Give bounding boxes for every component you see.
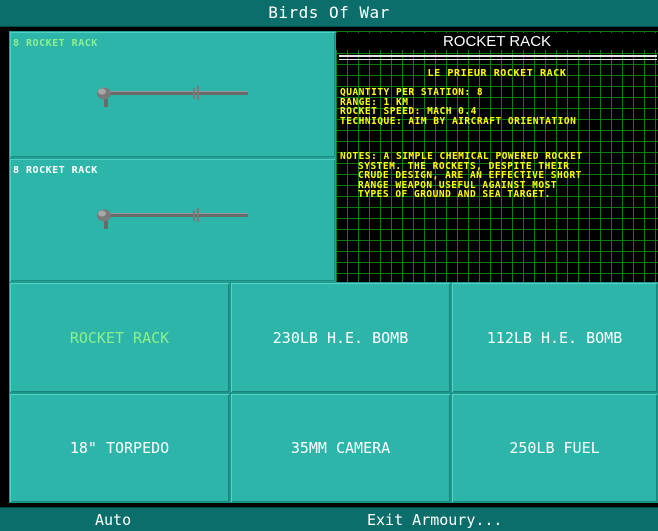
slot-label: 8 ROCKET RACK xyxy=(13,165,98,176)
exit-armoury-button[interactable]: Exit Armoury... xyxy=(367,508,502,531)
armoury-screen: Birds Of War 8 ROCKET RACK 8 ROCKET RACK… xyxy=(0,0,658,531)
bottom-bar: Auto Exit Armoury... xyxy=(0,507,658,531)
weapon-button-camera[interactable]: 35MM CAMERA xyxy=(230,393,451,503)
weapon-stats: QUANTITY PER STATION: 8 RANGE: 1 KM ROCK… xyxy=(340,88,576,126)
weapon-button-rocket-rack[interactable]: ROCKET RACK xyxy=(9,282,230,393)
info-title: ROCKET RACK xyxy=(336,33,658,50)
info-subtitle: LE PRIEUR ROCKET RACK xyxy=(427,68,567,79)
slot-label: 8 ROCKET RACK xyxy=(13,38,98,49)
weapon-selection-grid: ROCKET RACK 230LB H.E. BOMB 112LB H.E. B… xyxy=(9,282,658,503)
rocket-rack-icon xyxy=(97,86,248,107)
loadout-slot-2[interactable]: 8 ROCKET RACK xyxy=(9,158,336,282)
weapon-info-panel: ROCKET RACK LE PRIEUR ROCKET RACK QUANTI… xyxy=(336,31,658,282)
weapon-button-fuel[interactable]: 250LB FUEL xyxy=(451,393,658,503)
auto-button[interactable]: Auto xyxy=(95,508,131,531)
divider xyxy=(339,55,657,57)
divider xyxy=(339,59,657,60)
notes-line: TYPES OF GROUND AND SEA TARGET. xyxy=(358,189,551,201)
weapon-button-torpedo[interactable]: 18" TORPEDO xyxy=(9,393,230,503)
stat-technique: TECHNIQUE: AIM BY AIRCRAFT ORIENTATION xyxy=(340,115,577,127)
weapon-button-112lb-bomb[interactable]: 112LB H.E. BOMB xyxy=(451,282,658,393)
rocket-rack-icon xyxy=(97,208,248,229)
window-title: Birds Of War xyxy=(0,0,658,27)
weapon-notes: NOTES: A SIMPLE CHEMICAL POWERED ROCKET … xyxy=(340,152,658,200)
loadout-slot-1[interactable]: 8 ROCKET RACK xyxy=(9,31,336,158)
weapon-button-230lb-bomb[interactable]: 230LB H.E. BOMB xyxy=(230,282,451,393)
